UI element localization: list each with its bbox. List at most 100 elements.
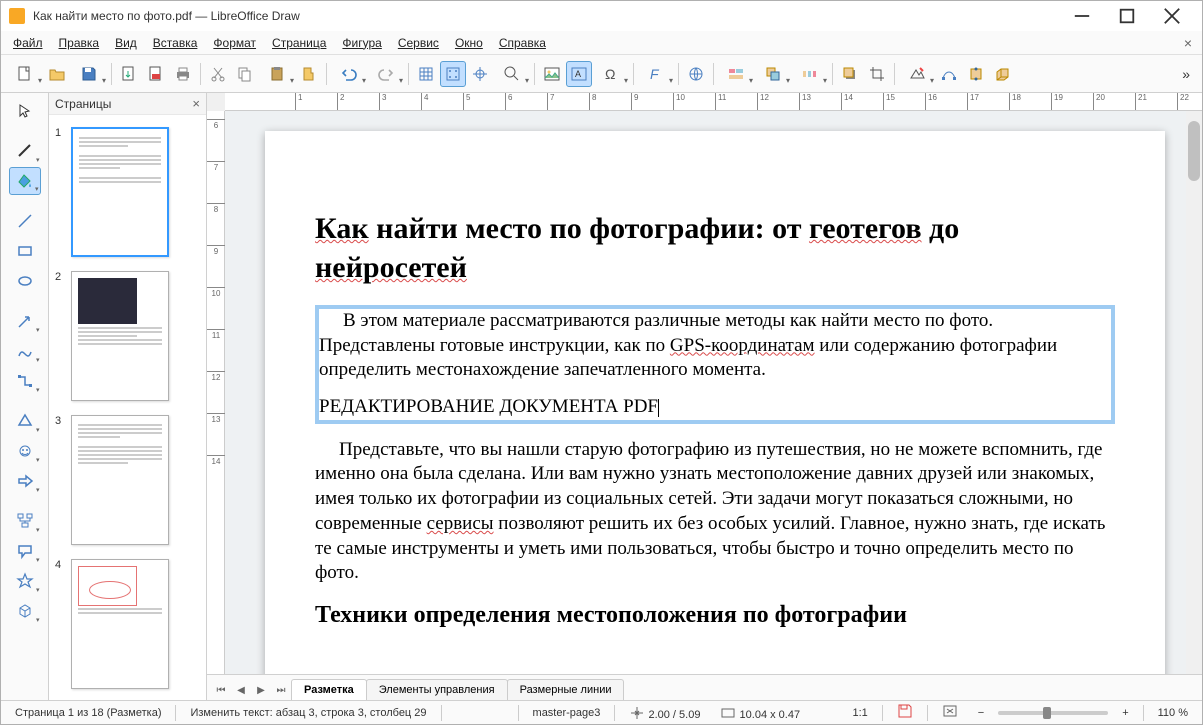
pages-list[interactable]: 1 2 3 4 [49, 115, 206, 700]
3d-tool[interactable]: ▾ [9, 597, 41, 625]
page-view[interactable]: Как найти место по фотографии: от геотег… [225, 111, 1202, 674]
open-button[interactable] [44, 61, 70, 87]
doc-heading-1[interactable]: Как найти место по фотографии: от геотег… [315, 209, 1115, 287]
snap-grid-button[interactable] [440, 61, 466, 87]
line-tool[interactable] [9, 207, 41, 235]
scrollbar-thumb[interactable] [1188, 121, 1200, 181]
vertical-scrollbar[interactable] [1186, 111, 1202, 674]
ellipse-tool[interactable] [9, 267, 41, 295]
pages-panel-close-button[interactable]: × [192, 96, 200, 111]
special-char-button[interactable]: Ω▾ [593, 61, 629, 87]
window-title: Как найти место по фото.pdf — LibreOffic… [33, 9, 1059, 23]
zoom-button[interactable]: ▾ [494, 61, 530, 87]
tab-nav-last[interactable]: ⏭ [271, 680, 291, 700]
tab-controls[interactable]: Элементы управления [366, 679, 508, 700]
extrusion-button[interactable] [990, 61, 1016, 87]
menu-view[interactable]: Вид [107, 33, 145, 53]
zoom-slider[interactable] [998, 711, 1108, 715]
new-button[interactable]: ▾ [7, 61, 43, 87]
tab-nav-prev[interactable]: ◀ [231, 680, 251, 700]
status-save-indicator[interactable] [891, 703, 919, 722]
menu-file[interactable]: Файл [5, 33, 51, 53]
print-button[interactable] [170, 61, 196, 87]
rectangle-tool[interactable] [9, 237, 41, 265]
flowchart-tool[interactable]: ▾ [9, 507, 41, 535]
page-thumb-3[interactable]: 3 [57, 415, 198, 545]
page-thumb-2[interactable]: 2 [57, 271, 198, 401]
clone-format-button[interactable] [296, 61, 322, 87]
redo-button[interactable]: ▾ [368, 61, 404, 87]
copy-button[interactable] [232, 61, 258, 87]
close-button[interactable] [1149, 1, 1194, 31]
maximize-button[interactable] [1104, 1, 1149, 31]
document-page[interactable]: Как найти место по фотографии: от геотег… [265, 131, 1165, 674]
crop-button[interactable] [864, 61, 890, 87]
doc-paragraph-2[interactable]: Представьте, что вы нашли старую фотогра… [315, 438, 1115, 586]
select-tool[interactable] [9, 97, 41, 125]
doc-edit-line[interactable]: РЕДАКТИРОВАНИЕ ДОКУМЕНТА PDF [319, 395, 1111, 420]
zoom-out-button[interactable]: − [972, 707, 990, 719]
minimize-button[interactable] [1059, 1, 1104, 31]
hyperlink-button[interactable] [683, 61, 709, 87]
line-color-tool[interactable]: ▾ [9, 137, 41, 165]
toolbar-more-button[interactable]: » [1176, 66, 1196, 82]
insert-textbox-button[interactable]: A [566, 61, 592, 87]
close-document-button[interactable]: × [1178, 35, 1198, 51]
basic-shapes-tool[interactable]: ▾ [9, 407, 41, 435]
page-thumb-1[interactable]: 1 [57, 127, 198, 257]
align-button[interactable]: ▾ [718, 61, 754, 87]
status-page-info[interactable]: Страница 1 из 18 (Разметка) [9, 707, 167, 719]
grid-button[interactable] [413, 61, 439, 87]
menu-page[interactable]: Страница [264, 33, 334, 53]
edit-points-button[interactable] [936, 61, 962, 87]
menu-format[interactable]: Формат [205, 33, 264, 53]
fill-color-tool[interactable]: ▾ [9, 167, 41, 195]
paste-button[interactable]: ▾ [259, 61, 295, 87]
block-arrows-tool[interactable]: ▾ [9, 467, 41, 495]
doc-heading-2[interactable]: Техники определения местоположения по фо… [315, 600, 1115, 631]
save-button[interactable]: ▾ [71, 61, 107, 87]
tab-nav-first[interactable]: ⏮ [211, 680, 231, 700]
distribute-button[interactable]: ▾ [792, 61, 828, 87]
doc-paragraph-1[interactable]: В этом материале рассматриваются различн… [319, 309, 1111, 383]
tab-nav-next[interactable]: ▶ [251, 680, 271, 700]
symbol-shapes-tool[interactable]: ▾ [9, 437, 41, 465]
pages-panel-header: Страницы × [49, 93, 206, 115]
menu-insert[interactable]: Вставка [145, 33, 206, 53]
status-master[interactable]: master-page3 [527, 707, 607, 719]
export-button[interactable] [116, 61, 142, 87]
horizontal-ruler[interactable]: 1234567891011121314151617181920212223242… [225, 93, 1202, 111]
filter-button[interactable]: ▾ [899, 61, 935, 87]
status-zoom[interactable]: 110 % [1152, 707, 1194, 719]
callout-tool[interactable]: ▾ [9, 537, 41, 565]
app-window: Как найти место по фото.pdf — LibreOffic… [0, 0, 1203, 725]
vertical-ruler[interactable]: 67891011121314 [207, 111, 225, 674]
menu-help[interactable]: Справка [491, 33, 554, 53]
export-pdf-button[interactable] [143, 61, 169, 87]
zoom-fit-button[interactable] [936, 703, 964, 722]
shadow-button[interactable] [837, 61, 863, 87]
zoom-in-button[interactable]: + [1116, 707, 1134, 719]
active-text-frame[interactable]: В этом материале рассматриваются различн… [315, 305, 1115, 424]
menu-window[interactable]: Окно [447, 33, 491, 53]
undo-button[interactable]: ▾ [331, 61, 367, 87]
curve-tool[interactable]: ▾ [9, 337, 41, 365]
insert-image-button[interactable] [539, 61, 565, 87]
arrange-button[interactable]: ▾ [755, 61, 791, 87]
stars-tool[interactable]: ▾ [9, 567, 41, 595]
fontwork-button[interactable]: F▾ [638, 61, 674, 87]
svg-text:A: A [575, 69, 581, 79]
statusbar: Страница 1 из 18 (Разметка) Изменить тек… [1, 700, 1202, 724]
menu-edit[interactable]: Правка [51, 33, 108, 53]
tab-dimlines[interactable]: Размерные линии [507, 679, 625, 700]
page-thumb-4[interactable]: 4 [57, 559, 198, 689]
connector-tool[interactable]: ▾ [9, 367, 41, 395]
menu-shape[interactable]: Фигура [334, 33, 389, 53]
status-ratio[interactable]: 1:1 [846, 707, 873, 719]
guides-button[interactable] [467, 61, 493, 87]
menu-tools[interactable]: Сервис [390, 33, 447, 53]
cut-button[interactable] [205, 61, 231, 87]
tab-layout[interactable]: Разметка [291, 679, 367, 700]
glue-points-button[interactable] [963, 61, 989, 87]
arrow-tool[interactable]: ▾ [9, 307, 41, 335]
